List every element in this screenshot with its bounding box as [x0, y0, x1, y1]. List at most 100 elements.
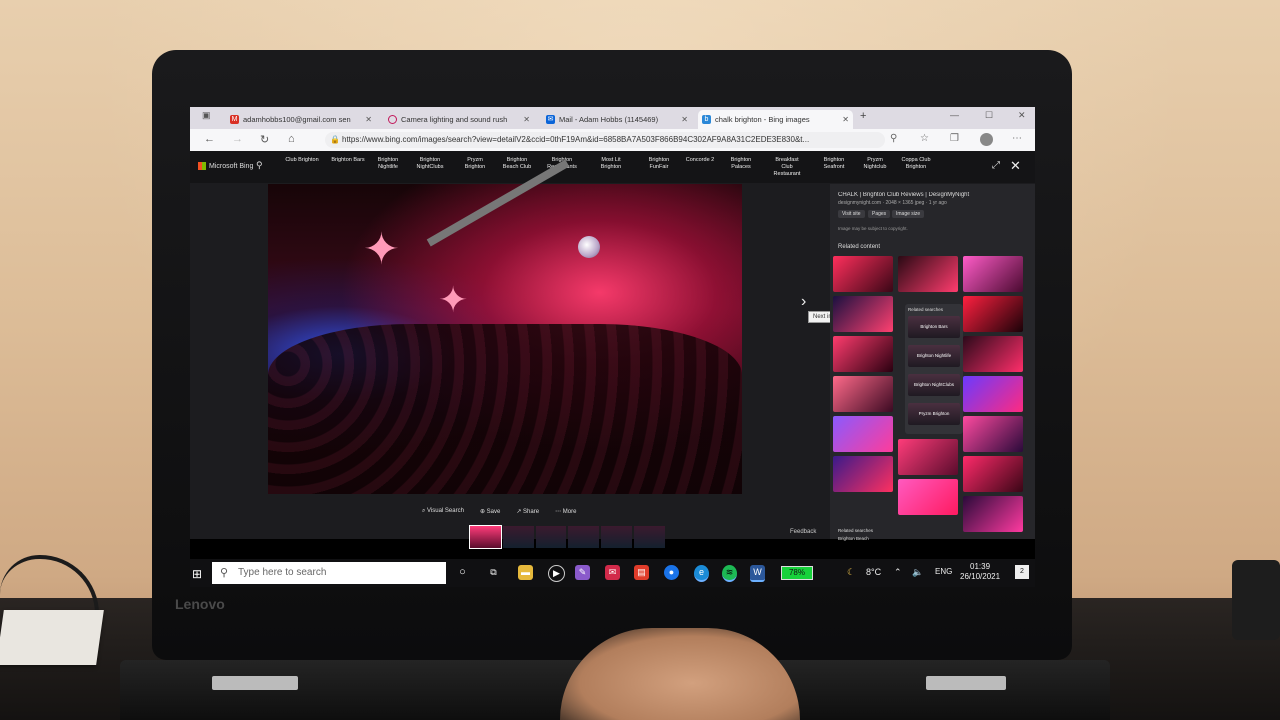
- suggestion-pill[interactable]: Brighton Seafront: [817, 157, 851, 171]
- thumbnail[interactable]: [568, 526, 600, 548]
- related-thumbnail[interactable]: [833, 296, 893, 332]
- menu-icon[interactable]: ⋯: [1012, 133, 1022, 144]
- file-explorer-icon[interactable]: ▬: [518, 565, 533, 580]
- suggestion-pill[interactable]: Most Lit Brighton: [594, 157, 628, 171]
- visual-search-button[interactable]: ⌕ Visual Search: [422, 508, 464, 515]
- suggestion-pill[interactable]: Brighton NightClubs: [413, 157, 447, 171]
- home-icon[interactable]: ⌂: [288, 133, 295, 145]
- related-thumbnail[interactable]: [898, 479, 958, 515]
- night-light-icon[interactable]: ☾: [847, 567, 855, 578]
- related-thumbnail[interactable]: [963, 416, 1023, 452]
- expand-icon[interactable]: ⤢: [992, 160, 1000, 171]
- more-button[interactable]: ⋯ More: [555, 508, 576, 515]
- related-search-item[interactable]: Brighton Nightlife: [908, 345, 960, 367]
- taskbar-search-input[interactable]: ⚲ Type here to search: [212, 562, 446, 584]
- back-icon[interactable]: ←: [204, 133, 215, 145]
- tab-bing-images[interactable]: b chalk brighton - Bing images ✕: [698, 110, 853, 129]
- refresh-icon[interactable]: ↻: [260, 133, 269, 146]
- related-thumbnail[interactable]: [963, 456, 1023, 492]
- notification-center-icon[interactable]: 2: [1015, 565, 1029, 579]
- suggestion-pill[interactable]: Brighton Nightlife: [371, 157, 405, 171]
- source-title[interactable]: CHALK | Brighton Club Reviews | DesignMy…: [838, 192, 1028, 198]
- tab-gmail[interactable]: M adamhobbs100@gmail.com sen ✕: [226, 110, 376, 129]
- suggestion-pill[interactable]: Brighton Bars: [331, 157, 365, 164]
- show-hidden-icons[interactable]: ⌃: [894, 567, 902, 578]
- tracking-icon[interactable]: ⚲: [890, 133, 897, 144]
- related-thumbnail[interactable]: [833, 336, 893, 372]
- main-image[interactable]: ✦ ✦: [268, 159, 742, 494]
- related-search-item[interactable]: Brighton NightClubs: [908, 374, 960, 396]
- collections-icon[interactable]: ❐: [950, 133, 959, 144]
- related-thumbnail[interactable]: [963, 296, 1023, 332]
- minimize-icon[interactable]: —: [950, 110, 959, 120]
- tab-camera[interactable]: Camera lighting and sound rush ✕: [384, 110, 534, 129]
- url-field[interactable]: 🔒 https://www.bing.com/images/search?vie…: [325, 132, 885, 148]
- favorites-icon[interactable]: ☆: [920, 133, 929, 144]
- related-thumbnail[interactable]: [898, 256, 958, 292]
- suggestion-pill[interactable]: Pryzm Brighton: [458, 157, 492, 171]
- related-thumbnail[interactable]: [833, 376, 893, 412]
- media-player-icon[interactable]: ▶: [548, 565, 565, 582]
- task-view-icon[interactable]: ⧉: [486, 565, 501, 580]
- related-thumbnail[interactable]: [963, 256, 1023, 292]
- suggestion-pill[interactable]: Coppa Club Brighton: [899, 157, 933, 171]
- image-size-button[interactable]: Image size: [892, 210, 925, 218]
- thumbnail[interactable]: [469, 525, 502, 549]
- bing-logo[interactable]: Microsoft Bing: [198, 162, 253, 170]
- weather-temp[interactable]: 8°C: [866, 567, 881, 577]
- pdf-icon[interactable]: ▤: [634, 565, 649, 580]
- search-icon[interactable]: ⚲: [256, 160, 263, 171]
- feedback-link[interactable]: Feedback: [790, 529, 816, 535]
- volume-icon[interactable]: 🔈: [912, 567, 923, 578]
- suggestion-pill[interactable]: Club Brighton: [285, 157, 319, 164]
- related-thumbnail[interactable]: [963, 336, 1023, 372]
- edge-icon[interactable]: e: [694, 565, 709, 582]
- language-indicator[interactable]: ENG: [935, 567, 952, 576]
- thumbnail[interactable]: [535, 526, 567, 548]
- start-button[interactable]: ⊞: [192, 567, 202, 581]
- related-thumbnail[interactable]: [833, 456, 893, 492]
- close-viewer-icon[interactable]: ✕: [1010, 158, 1021, 174]
- mail-app-icon[interactable]: ✉: [605, 565, 620, 580]
- suggestion-pill[interactable]: Brighton Beach Club: [500, 157, 534, 171]
- close-tab-icon[interactable]: ✕: [523, 115, 530, 124]
- thumbnail[interactable]: [502, 526, 534, 548]
- save-button[interactable]: ⊕ Save: [480, 508, 500, 515]
- next-image-icon[interactable]: ›: [801, 293, 806, 311]
- share-button[interactable]: ↗ Share: [516, 508, 539, 515]
- suggestion-pill[interactable]: Brighton FunFair: [642, 157, 676, 171]
- suggestion-pill[interactable]: Concorde 2: [683, 157, 717, 164]
- spotify-icon[interactable]: ≋: [722, 565, 737, 582]
- related-search-item[interactable]: Pryzm Brighton: [908, 403, 960, 425]
- chrome-icon[interactable]: ●: [664, 565, 679, 580]
- pages-button[interactable]: Pages: [868, 210, 891, 218]
- suggestion-pill[interactable]: Brighton Palaces: [724, 157, 758, 171]
- tab-mail[interactable]: ✉ Mail - Adam Hobbs (1145469) ✕: [542, 110, 692, 129]
- close-tab-icon[interactable]: ✕: [365, 115, 372, 124]
- word-icon[interactable]: W: [750, 565, 765, 582]
- close-window-icon[interactable]: ✕: [1018, 110, 1026, 121]
- visit-site-button[interactable]: Visit site: [838, 210, 865, 218]
- related-search-item[interactable]: Brighton Beach: [838, 536, 869, 541]
- cortana-icon[interactable]: ○: [455, 565, 470, 580]
- related-thumbnail[interactable]: [963, 376, 1023, 412]
- thumbnail[interactable]: [601, 526, 633, 548]
- profile-avatar[interactable]: [980, 133, 993, 146]
- clock[interactable]: 01:39 26/10/2021: [960, 562, 1000, 582]
- related-thumbnail[interactable]: [833, 256, 893, 292]
- thumbnail[interactable]: [634, 526, 665, 548]
- maximize-icon[interactable]: ☐: [985, 110, 993, 121]
- new-tab-button[interactable]: +: [860, 110, 866, 122]
- related-search-item[interactable]: Brighton Bars: [908, 316, 960, 338]
- paint-icon[interactable]: ✎: [575, 565, 590, 580]
- related-thumbnail[interactable]: [833, 416, 893, 452]
- suggestion-pill[interactable]: Breakfast Club Restaurant: [770, 157, 804, 178]
- battery-indicator[interactable]: 78%: [781, 566, 813, 580]
- tab-actions-icon[interactable]: ▣: [202, 110, 211, 121]
- close-tab-icon[interactable]: ✕: [842, 115, 849, 124]
- forward-icon[interactable]: →: [232, 133, 243, 145]
- close-tab-icon[interactable]: ✕: [681, 115, 688, 124]
- related-thumbnail[interactable]: [898, 439, 958, 475]
- related-thumbnail[interactable]: [963, 496, 1023, 532]
- suggestion-pill[interactable]: Pryzm Nightclub: [858, 157, 892, 171]
